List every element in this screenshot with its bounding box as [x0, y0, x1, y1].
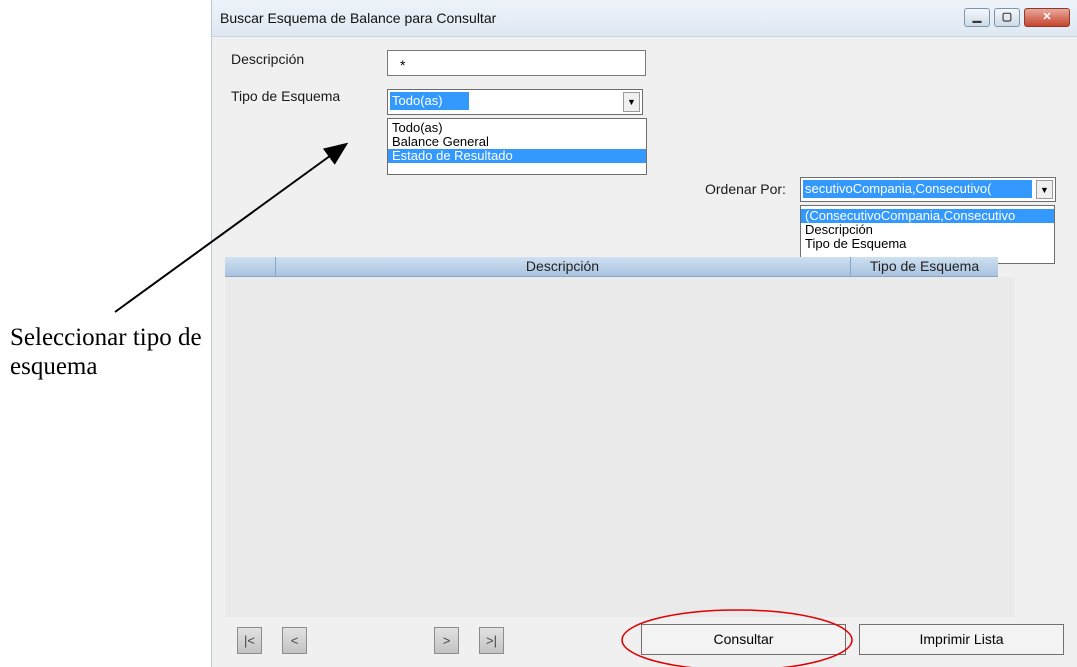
- maximize-button[interactable]: ▢: [994, 8, 1020, 27]
- maximize-icon: ▢: [1001, 11, 1013, 23]
- tipo-esquema-label: Tipo de Esquema: [231, 88, 341, 104]
- prev-page-button[interactable]: <: [282, 627, 307, 654]
- column-header-tipo-esquema[interactable]: Tipo de Esquema: [851, 257, 998, 276]
- column-header-descripcion[interactable]: Descripción: [275, 257, 851, 276]
- last-page-button[interactable]: >|: [479, 627, 504, 654]
- orden-option-consecutivo[interactable]: (ConsecutivoCompania,Consecutivo: [801, 209, 1054, 223]
- annotation-caption: Seleccionar tipo de esquema: [10, 323, 310, 381]
- title-bar: Buscar Esquema de Balance para Consultar…: [212, 0, 1077, 37]
- ordenar-por-dropdown: (ConsecutivoCompania,Consecutivo Descrip…: [800, 205, 1055, 264]
- close-icon: ✕: [1042, 11, 1052, 23]
- close-button[interactable]: ✕: [1024, 8, 1070, 27]
- results-grid[interactable]: [225, 277, 1015, 617]
- descripcion-label: Descripción: [231, 51, 305, 67]
- consultar-button[interactable]: Consultar: [641, 624, 846, 655]
- minimize-icon: ▁: [972, 11, 982, 23]
- imprimir-lista-button[interactable]: Imprimir Lista: [859, 624, 1064, 655]
- first-page-button[interactable]: |<: [237, 627, 262, 654]
- tipo-option-estado-resultado[interactable]: Estado de Resultado: [388, 149, 646, 163]
- annotation-line-1: Seleccionar tipo de: [10, 324, 202, 351]
- ordenar-por-selected: secutivoCompania,Consecutivo(: [803, 180, 1032, 198]
- minimize-button[interactable]: ▁: [964, 8, 990, 27]
- tipo-option-balance-general[interactable]: Balance General: [388, 135, 646, 149]
- ordenar-por-label: Ordenar Por:: [705, 181, 786, 197]
- ordenar-por-select[interactable]: secutivoCompania,Consecutivo( ▼: [800, 177, 1056, 202]
- tipo-option-todo[interactable]: Todo(as): [388, 121, 646, 135]
- annotation-line-2: esquema: [10, 353, 98, 380]
- tipo-esquema-select[interactable]: Todo(as) ▼: [387, 89, 643, 115]
- next-page-button[interactable]: >: [434, 627, 459, 654]
- chevron-down-icon[interactable]: ▼: [623, 92, 640, 112]
- window-title: Buscar Esquema de Balance para Consultar: [220, 10, 497, 26]
- grid-corner: [225, 257, 276, 276]
- search-window: Buscar Esquema de Balance para Consultar…: [211, 0, 1077, 667]
- tipo-esquema-selected: Todo(as): [390, 92, 469, 110]
- descripcion-input[interactable]: *: [387, 50, 646, 76]
- grid-header: Descripción Tipo de Esquema: [225, 257, 998, 277]
- orden-option-descripcion[interactable]: Descripción: [801, 223, 1054, 237]
- orden-option-tipo[interactable]: Tipo de Esquema: [801, 237, 1054, 251]
- chevron-down-icon[interactable]: ▼: [1036, 180, 1053, 199]
- tipo-esquema-dropdown: Todo(as) Balance General Estado de Resul…: [387, 118, 647, 175]
